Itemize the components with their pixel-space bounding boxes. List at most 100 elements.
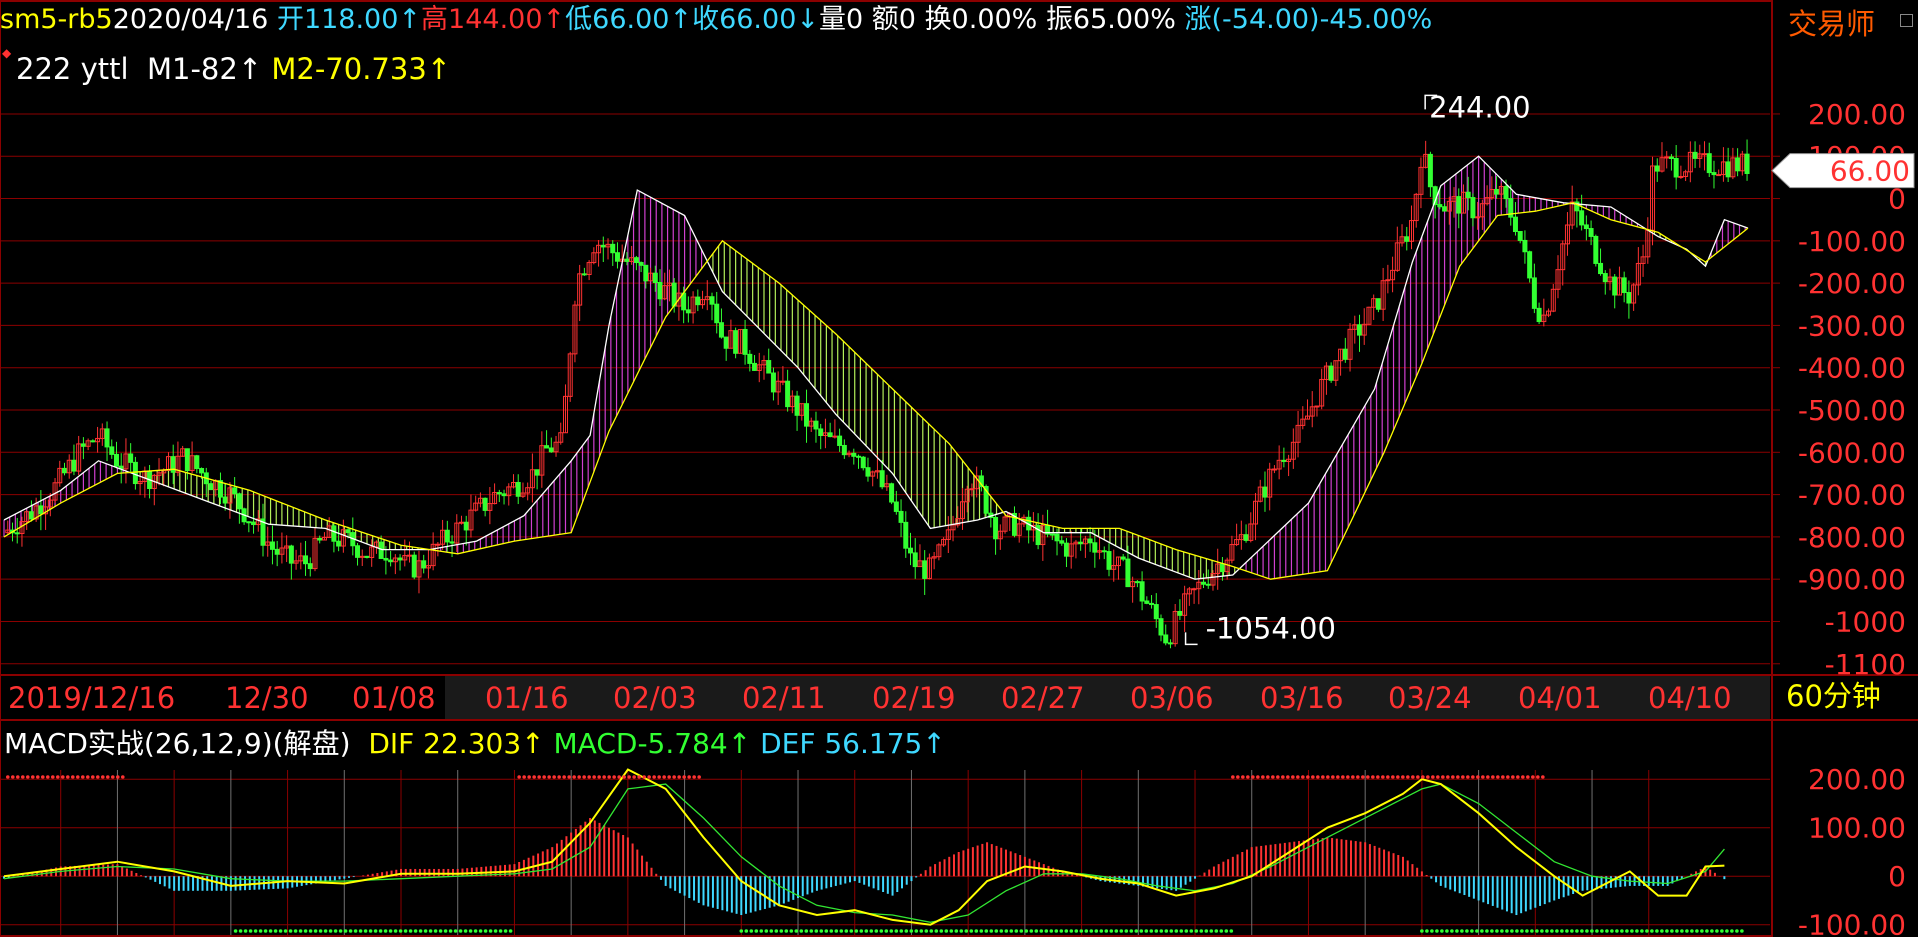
price-tick-label: -600.00	[1798, 436, 1906, 469]
indicator-name[interactable]: 222 yttl	[16, 52, 129, 86]
candle-body	[1442, 206, 1448, 212]
green-signal-dot	[1605, 929, 1609, 933]
candle-body	[1531, 277, 1537, 309]
candle-body	[785, 380, 791, 408]
red-signal-dot	[1451, 775, 1455, 779]
candle-body	[1205, 583, 1211, 586]
green-signal-dot	[1515, 929, 1519, 933]
red-signal-dot	[522, 775, 526, 779]
red-signal-dot	[1376, 775, 1380, 779]
red-signal-dot	[537, 775, 541, 779]
green-signal-dot	[1194, 929, 1199, 933]
date-label: 02/27	[1001, 681, 1085, 715]
candle-body	[832, 435, 838, 438]
green-signal-dot	[834, 929, 839, 933]
red-signal-dot	[115, 775, 120, 779]
candle-body	[1054, 533, 1060, 542]
green-signal-dot	[1485, 929, 1489, 933]
corner-box-icon[interactable]	[1900, 14, 1913, 27]
red-signal-dot	[120, 775, 125, 779]
green-signal-dot	[1730, 929, 1734, 933]
green-signal-dot	[754, 929, 759, 933]
red-signal-dot	[45, 775, 50, 779]
candle-body	[893, 501, 899, 512]
candle-body	[421, 560, 427, 569]
red-signal-dot	[1481, 775, 1485, 779]
candle-body	[813, 420, 819, 430]
candle-body	[184, 448, 190, 472]
candle-body	[501, 493, 507, 497]
green-signal-dot	[959, 929, 964, 933]
green-signal-dot	[894, 929, 899, 933]
candle-body	[804, 403, 810, 427]
candle-body	[548, 447, 554, 453]
red-signal-dot	[1461, 775, 1465, 779]
green-signal-dot	[1119, 929, 1124, 933]
candle-body	[236, 493, 242, 510]
green-signal-dot	[764, 929, 769, 933]
candle-body	[652, 272, 658, 283]
green-signal-dot	[1114, 929, 1119, 933]
green-signal-dot	[1465, 929, 1469, 933]
red-signal-dot	[632, 775, 636, 779]
candle-body	[1177, 610, 1183, 616]
candle-body	[1494, 188, 1500, 195]
candle-body	[307, 563, 313, 570]
candle-body	[14, 532, 20, 535]
green-signal-dot	[1630, 929, 1634, 933]
high-annotation: 244.00	[1429, 90, 1530, 124]
green-signal-dot	[1690, 929, 1694, 933]
candle-body	[1437, 204, 1443, 208]
candle-body	[345, 529, 351, 534]
date-label: 01/08	[352, 681, 436, 715]
green-signal-dot	[1555, 929, 1559, 933]
candle-body	[1314, 405, 1320, 408]
red-signal-dot	[1231, 775, 1235, 779]
candle-body	[194, 455, 200, 470]
green-signal-dot	[1019, 929, 1024, 933]
candle-body	[922, 560, 928, 579]
green-signal-dot	[278, 929, 283, 933]
candle-body	[1702, 153, 1708, 156]
green-signal-dot	[854, 929, 859, 933]
green-signal-dot	[488, 929, 493, 933]
red-signal-dot	[110, 775, 115, 779]
green-signal-dot	[438, 929, 443, 933]
red-signal-dot	[35, 775, 40, 779]
brand-label: 交易师	[1788, 7, 1876, 41]
candle-body	[1692, 151, 1698, 159]
candle-body	[747, 353, 753, 364]
green-signal-dot	[879, 929, 884, 933]
green-signal-dot	[1039, 929, 1044, 933]
red-signal-dot	[1441, 775, 1445, 779]
red-signal-dot	[100, 775, 105, 779]
red-signal-dot	[1296, 775, 1300, 779]
green-signal-dot	[1189, 929, 1194, 933]
macd-indicator-name[interactable]: MACD实战(26,12,9)(解盘)	[4, 727, 351, 760]
low-value: 66.00↑	[592, 4, 693, 35]
red-signal-dot	[647, 775, 651, 779]
green-signal-dot	[1615, 929, 1619, 933]
red-signal-dot	[667, 775, 671, 779]
green-signal-dot	[463, 929, 468, 933]
candle-body	[1517, 231, 1523, 241]
green-signal-dot	[1635, 929, 1639, 933]
candle-body	[407, 554, 413, 557]
red-signal-dot	[1246, 775, 1250, 779]
green-signal-dot	[819, 929, 824, 933]
candle-body	[71, 459, 77, 472]
candle-body	[1167, 642, 1173, 645]
chart-canvas: 200.00 100.00 0 -100.00 -200.00 -300.00 -400.0…	[0, 0, 1918, 937]
candle-body	[1673, 158, 1679, 178]
symbol-label[interactable]: sm5-rb5	[0, 4, 113, 35]
green-signal-dot	[258, 929, 263, 933]
green-signal-dot	[293, 929, 298, 933]
green-signal-dot	[263, 929, 268, 933]
date-label: 2019/12/16	[8, 681, 175, 715]
red-signal-dot	[602, 775, 606, 779]
red-signal-dot	[1236, 775, 1240, 779]
period-label[interactable]: 60分钟	[1786, 680, 1881, 712]
red-signal-dot	[1361, 775, 1365, 779]
green-signal-dot	[378, 929, 383, 933]
def-label: DEF	[760, 727, 816, 760]
